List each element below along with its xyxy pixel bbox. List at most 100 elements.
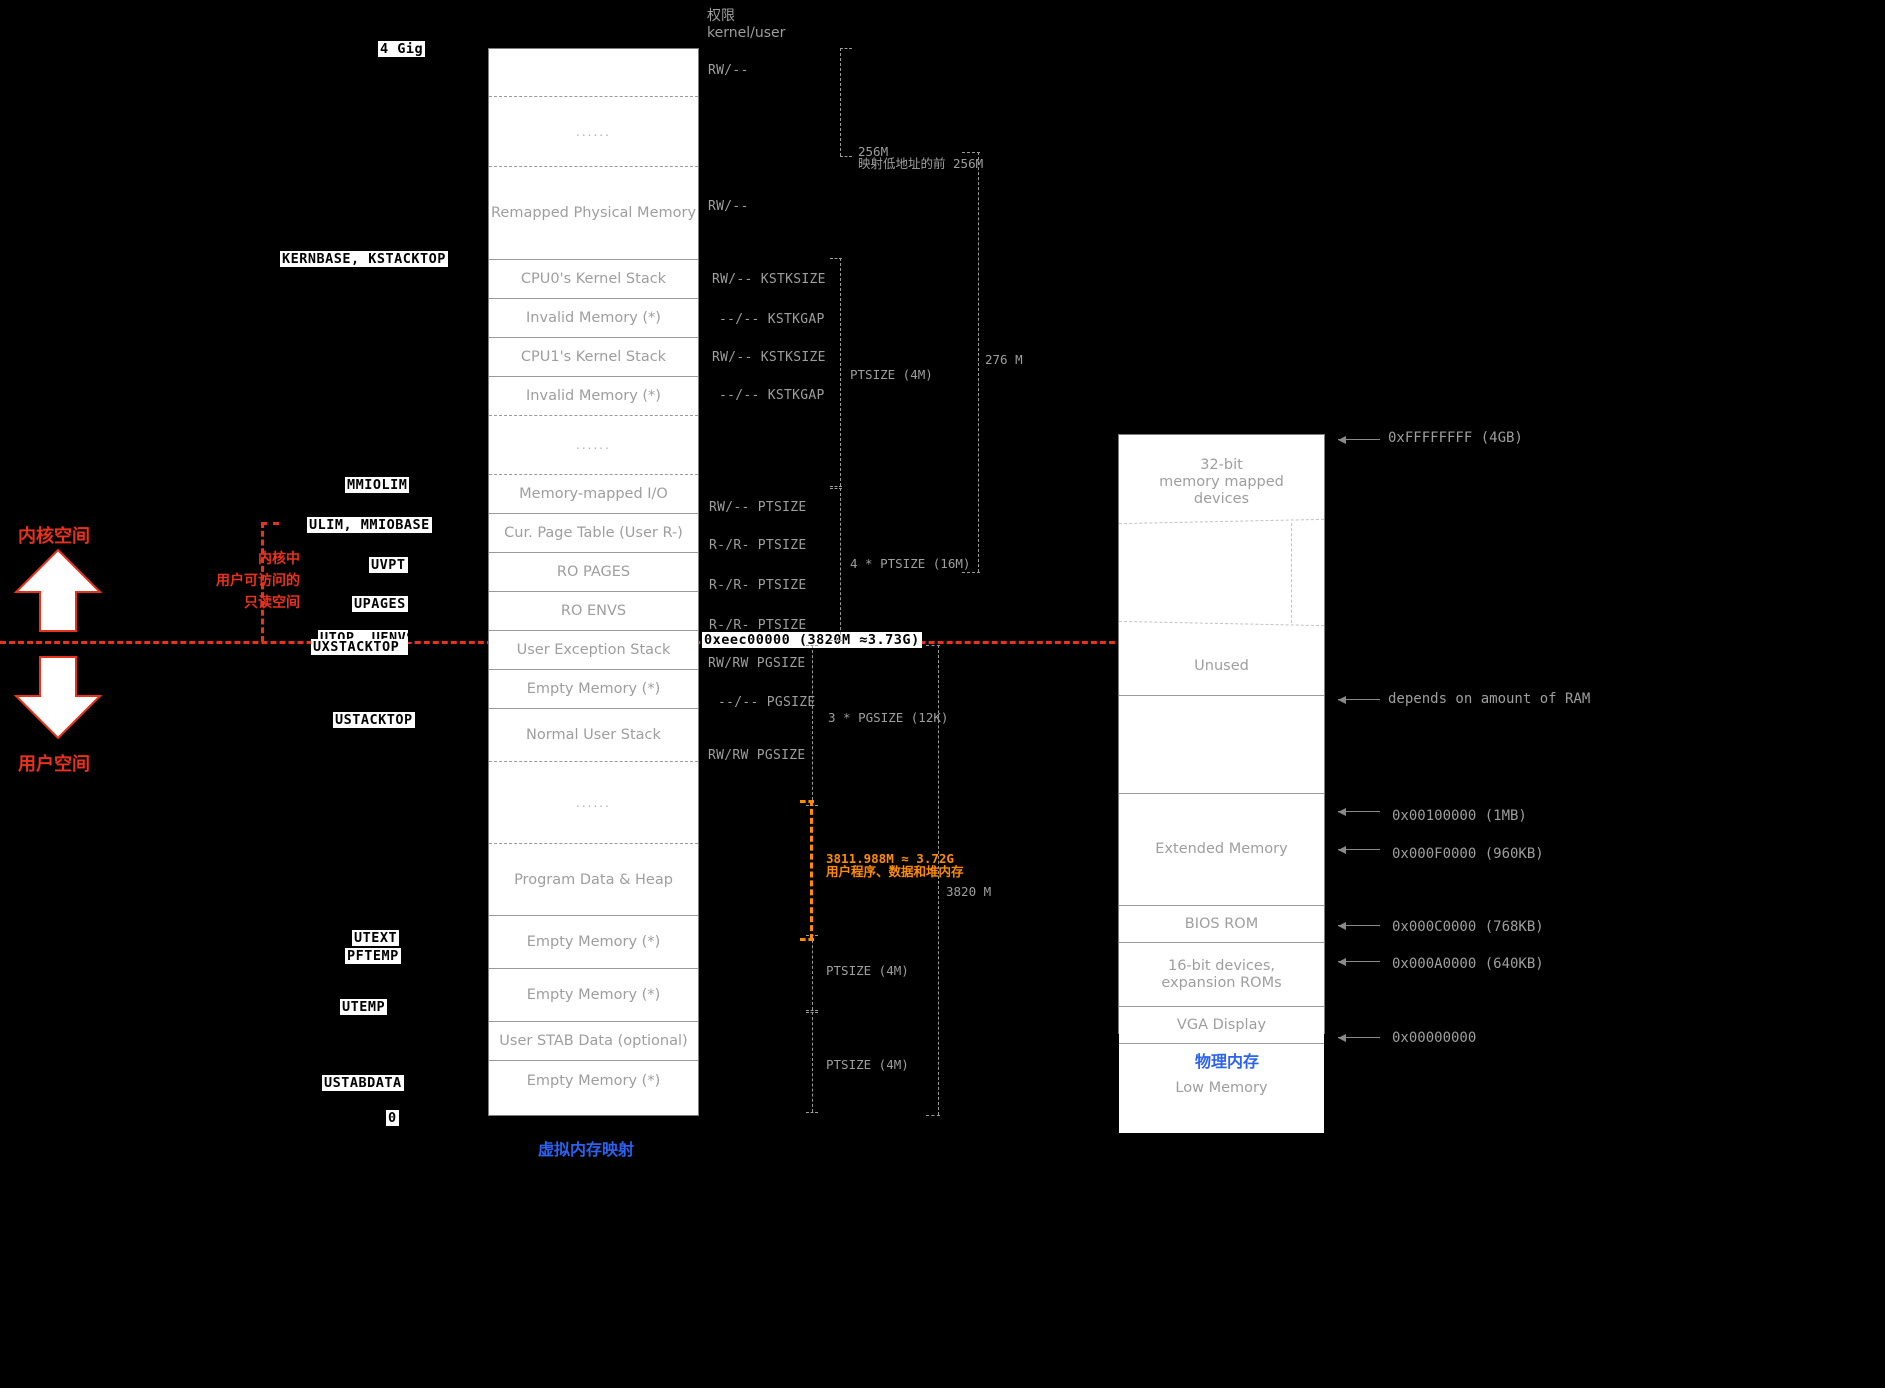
bracket-ptsize4m-b-line (812, 935, 813, 1010)
perm-row-13: --/-- PGSIZE (718, 695, 816, 710)
bracket-ptsize4m-a-line (840, 258, 841, 486)
sym-4gig: 4 Gig (378, 41, 426, 57)
permission-header-cn: 权限 (707, 8, 735, 24)
bracket-276m-bot (962, 572, 980, 573)
perm-row-2: RW/-- (708, 199, 749, 214)
note-12k: 3 * PGSIZE (12K) (828, 710, 949, 725)
perm-row-5: RW/-- KSTKSIZE (712, 350, 826, 365)
bracket-276m-line (978, 152, 979, 572)
arrow-000a0000-icon (1338, 957, 1380, 966)
pm-row-5: VGA Display (1119, 1007, 1324, 1044)
sym-upages: UPAGES (352, 596, 408, 612)
bracket-ptsize4m-b-bot (806, 1010, 818, 1011)
vm-row-7: ...... (489, 416, 698, 475)
sym-ulim: ULIM, MMIOBASE (307, 517, 432, 533)
bracket-276m-top (962, 152, 980, 153)
vm-row-4: Invalid Memory (*) (489, 299, 698, 338)
addr-ram: depends on amount of RAM (1388, 691, 1591, 707)
pm-row-3: BIOS ROM (1119, 906, 1324, 943)
perm-row-12: RW/RW PGSIZE (708, 656, 806, 671)
perm-row-9: R-/R- PTSIZE (709, 538, 807, 553)
pm-row-1: Unused (1119, 658, 1324, 794)
kernel-space-arrow-icon (13, 548, 103, 632)
vm-row-15: ...... (489, 762, 698, 844)
bracket-3820m-line (938, 645, 939, 1115)
vm-row-10: RO PAGES (489, 553, 698, 592)
note-ptsize4m-c: PTSIZE (4M) (826, 1057, 909, 1072)
pm-row-0: 32-bit memory mapped devices (1119, 435, 1324, 696)
bracket-12k-top (806, 645, 818, 646)
bracket-3820m-top (926, 645, 940, 646)
arrow-000f0000-icon (1338, 845, 1380, 854)
bracket-ptsize4m-c-bot (806, 1112, 818, 1113)
sym-pftemp: PFTEMP (345, 948, 401, 964)
readonly-bracket-top-tick (261, 522, 279, 525)
readonly-bracket (261, 522, 264, 642)
bracket-ptsize4m-a-bot (830, 486, 842, 487)
sym-kernbase: KERNBASE, KSTACKTOP (280, 251, 448, 267)
perm-row-14: RW/RW PGSIZE (708, 748, 806, 763)
perm-row-10: R-/R- PTSIZE (709, 578, 807, 593)
pm-row-2: Extended Memory (1119, 794, 1324, 906)
arrow-00000000-icon (1338, 1033, 1380, 1042)
note-3820m: 3820 M (946, 884, 992, 899)
user-space-label: 用户空间 (18, 754, 90, 775)
perm-row-0: RW/-- (708, 63, 749, 78)
bracket-top-tick2 (840, 156, 852, 157)
perm-row-4: --/-- KSTKGAP (719, 312, 825, 327)
bracket-ptsize4m-c-line (812, 1012, 813, 1112)
vm-row-14: Normal User Stack (489, 709, 698, 762)
bracket-top-tick1 (840, 48, 852, 49)
sym-uvpt: UVPT (369, 557, 408, 573)
orange-bracket-line (810, 800, 813, 940)
note-256m-cn: 映射低地址的前 256M (858, 156, 984, 171)
vm-row-19: User STAB Data (optional) (489, 1022, 698, 1061)
bracket-12k-line (812, 645, 813, 805)
orange-bracket-top (800, 800, 814, 803)
permission-header: 权限 kernel/user (707, 8, 785, 42)
vm-row-11: RO ENVS (489, 592, 698, 631)
arrow-00100000-icon (1338, 807, 1380, 816)
perm-row-11: R-/R- PTSIZE (709, 618, 807, 633)
sym-ustabdata: USTABDATA (322, 1075, 404, 1091)
vm-row-2: Remapped Physical Memory (489, 167, 698, 260)
perm-row-3: RW/-- KSTKSIZE (712, 272, 826, 287)
kernel-space-label: 内核空间 (18, 526, 90, 547)
addr-00100000: 0x00100000 (1MB) (1392, 808, 1527, 824)
addr-000c0000: 0x000C0000 (768KB) (1392, 919, 1544, 935)
bracket-16m-line (840, 488, 841, 640)
vm-row-13: Empty Memory (*) (489, 670, 698, 709)
bracket-top-line (840, 48, 841, 156)
arrow-000c0000-icon (1338, 921, 1380, 930)
vm-row-9: Cur. Page Table (User R-) (489, 514, 698, 553)
sym-utemp: UTEMP (340, 999, 388, 1015)
vm-row-16: Program Data & Heap (489, 844, 698, 916)
readonly-space-note: 内核中 用户可访问的 只读空间 (216, 551, 300, 611)
sym-utext: UTEXT (352, 930, 400, 946)
vm-row-3: CPU0's Kernel Stack (489, 260, 698, 299)
vm-row-0 (489, 49, 698, 97)
pm-row-4: 16-bit devices, expansion ROMs (1119, 943, 1324, 1007)
bracket-3820m-bot (926, 1115, 940, 1116)
user-space-arrow-icon (13, 656, 103, 740)
vm-row-1: ...... (489, 97, 698, 167)
perm-row-6: --/-- KSTKGAP (719, 388, 825, 403)
sym-uxstacktop: UXSTACKTOP -/ (311, 639, 426, 655)
orange-note-line2: 用户程序、数据和堆内存 (826, 864, 964, 879)
arrow-ffffffff-icon (1338, 435, 1380, 444)
bracket-16m-top (830, 488, 842, 489)
physical-memory-caption: 物理内存 (1195, 1052, 1260, 1071)
sym-ustacktop: USTACKTOP (333, 712, 415, 728)
bracket-16m-bot (830, 640, 842, 641)
vm-row-17: Empty Memory (*) (489, 916, 698, 969)
bracket-ptsize4m-c-top (806, 1012, 818, 1013)
vm-row-5: CPU1's Kernel Stack (489, 338, 698, 377)
vm-row-8: Memory-mapped I/O (489, 475, 698, 514)
permission-header-en: kernel/user (707, 25, 786, 41)
sym-zero: 0 (386, 1110, 399, 1126)
perm-row-8: RW/-- PTSIZE (709, 500, 807, 515)
note-276m: 276 M (985, 352, 1023, 367)
note-16m: 4 * PTSIZE (16M) (850, 556, 971, 571)
addr-000f0000: 0x000F0000 (960KB) (1392, 846, 1544, 862)
virtual-memory-caption: 虚拟内存映射 (538, 1140, 635, 1159)
